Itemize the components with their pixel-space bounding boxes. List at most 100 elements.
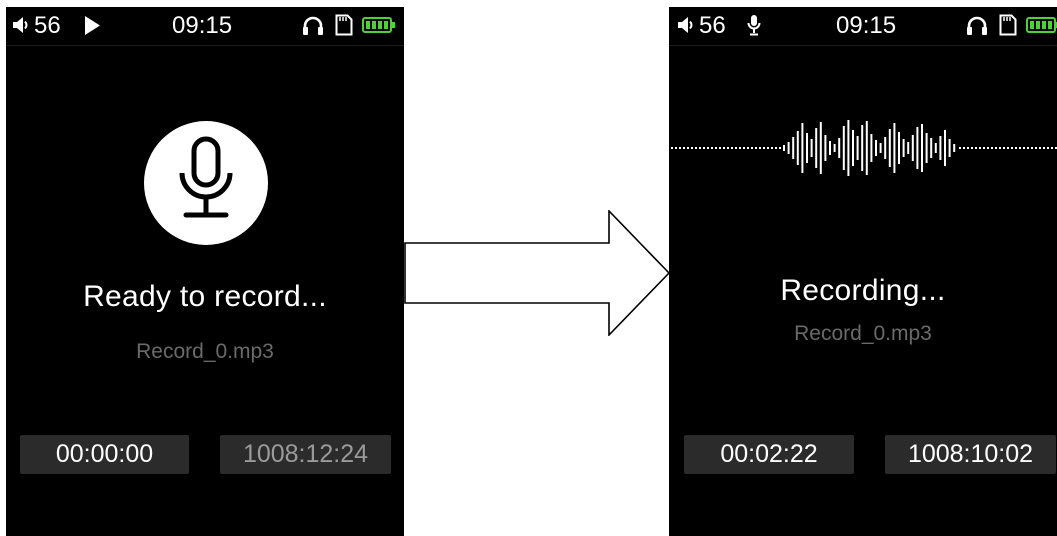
waveform-dot (1031, 147, 1033, 149)
waveform-dot (743, 147, 745, 149)
waveform-bar (819, 122, 822, 174)
waveform-dot (1003, 147, 1005, 149)
waveform-bar (921, 124, 923, 172)
volume-level: 56 (34, 12, 61, 39)
status-bar: 56 09:15 (669, 7, 1057, 46)
waveform-dot (771, 147, 773, 149)
waveform-bar (852, 130, 854, 166)
waveform-dot (963, 147, 965, 149)
waveform-dot (1039, 147, 1041, 149)
waveform-bar (792, 137, 795, 159)
record-button[interactable] (144, 121, 268, 245)
waveform-dot (991, 147, 993, 149)
waveform-bar (898, 132, 900, 164)
waveform-bar (801, 123, 804, 173)
waveform-bar (824, 135, 827, 161)
file-name: Record_0.mp3 (794, 322, 932, 345)
waveform-dot (987, 147, 989, 149)
waveform-bar (847, 120, 850, 176)
waveform-dot (715, 147, 717, 149)
waveform-bar (870, 134, 873, 162)
waveform-dot (975, 147, 977, 149)
waveform-dot (999, 147, 1001, 149)
waveform-dot (763, 147, 765, 149)
waveform-bar (796, 131, 799, 165)
recording-screen: 56 09:15 Recording... Record_0.mp3 00:02… (669, 7, 1057, 536)
waveform-bar (865, 121, 868, 175)
waveform-bar (884, 137, 887, 159)
waveform-bar (916, 127, 919, 169)
waveform-bar (911, 135, 914, 161)
waveform-dot (695, 147, 697, 149)
waveform-bar (829, 141, 831, 155)
waveform-bar (953, 144, 956, 152)
waveform-visualizer (671, 120, 1057, 176)
waveform-bar (838, 138, 841, 158)
waveform-dot (983, 147, 985, 149)
waveform-dot (1043, 147, 1045, 149)
waveform-dot (707, 147, 709, 149)
elapsed-time: 00:02:22 (684, 435, 854, 474)
waveform-dot (971, 147, 973, 149)
headphones-icon (302, 15, 324, 35)
waveform-dot (755, 147, 757, 149)
waveform-dot (1007, 147, 1009, 149)
waveform-dot (671, 147, 673, 149)
volume-level: 56 (699, 12, 726, 39)
waveform-dot (683, 147, 685, 149)
waveform-bar (815, 128, 818, 168)
headphones-icon (966, 15, 988, 35)
waveform-dot (739, 147, 741, 149)
microphone-icon (179, 136, 233, 218)
waveform-dot (719, 147, 721, 149)
waveform-bar (783, 145, 785, 151)
waveform-dot (731, 147, 733, 149)
waveform-dot (679, 147, 681, 149)
waveform-dot (1047, 147, 1049, 149)
status-title: Ready to record... (83, 280, 327, 313)
waveform-bar (879, 143, 882, 153)
waveform-dot (703, 147, 705, 149)
waveform-bar (907, 142, 910, 154)
waveform-bar (893, 123, 896, 173)
waveform-dot (735, 147, 737, 149)
waveform-dot (775, 147, 777, 149)
waveform-bar (833, 144, 836, 152)
waveform-bar (930, 138, 933, 158)
waveform-dot (1051, 147, 1053, 149)
waveform-dot (779, 147, 781, 149)
waveform-bar (787, 142, 790, 154)
waveform-bar (925, 133, 928, 163)
waveform-bar (948, 139, 951, 157)
status-bar: 56 09:15 (6, 7, 404, 46)
waveform-bar (888, 129, 891, 167)
waveform-dot (691, 147, 693, 149)
waveform-bar (939, 136, 942, 160)
waveform-dot (723, 147, 725, 149)
waveform-dot (1027, 147, 1029, 149)
waveform-dot (995, 147, 997, 149)
clock: 09:15 (836, 12, 897, 39)
waveform-dot (747, 147, 749, 149)
microphone-icon (747, 14, 761, 36)
waveform-dot (711, 147, 713, 149)
file-name: Record_0.mp3 (136, 340, 274, 363)
waveform-dot (727, 147, 729, 149)
waveform-dot (1023, 147, 1025, 149)
waveform-dot (1019, 147, 1021, 149)
waveform-bar (934, 143, 937, 153)
waveform-dot (959, 147, 961, 149)
waveform-dot (759, 147, 761, 149)
waveform-dot (675, 147, 677, 149)
clock: 09:15 (172, 12, 233, 39)
play-icon (84, 16, 100, 35)
waveform-dot (687, 147, 689, 149)
ready-screen: 56 09:15 Ready to record... Record_0.mp3… (6, 7, 404, 536)
waveform-dot (1035, 147, 1037, 149)
waveform-bar (875, 140, 877, 156)
waveform-bar (861, 125, 864, 171)
remaining-time: 1008:10:02 (885, 435, 1056, 474)
status-title: Recording... (780, 274, 946, 307)
transition-arrow-icon (404, 210, 671, 336)
waveform-bar (806, 133, 808, 163)
